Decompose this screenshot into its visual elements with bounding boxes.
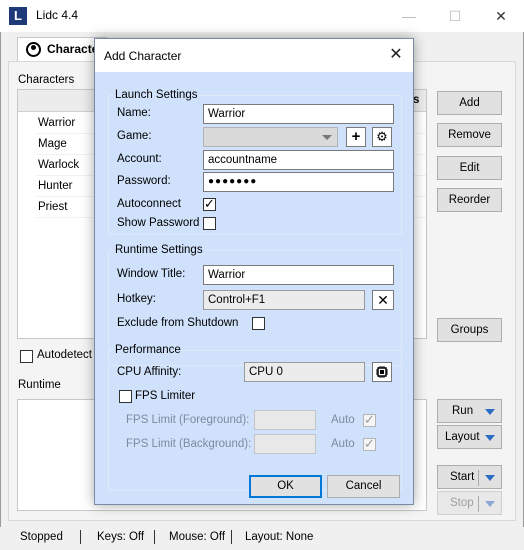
chevron-down-icon: [485, 435, 495, 441]
chevron-down-icon: [322, 135, 332, 140]
user-icon: [26, 42, 41, 57]
fps-foreground-field[interactable]: [254, 410, 316, 430]
game-settings-button[interactable]: ⚙: [372, 127, 392, 147]
performance-legend: Performance: [113, 344, 183, 356]
remove-button[interactable]: Remove: [437, 123, 502, 147]
dialog-title: Add Character: [104, 49, 182, 63]
close-button[interactable]: ✕: [478, 0, 524, 32]
status-keys: Keys: Off: [97, 531, 145, 543]
runtime-settings-legend: Runtime Settings: [113, 244, 205, 256]
cpu-affinity-label: CPU Affinity:: [117, 366, 182, 378]
account-label: Account:: [117, 153, 162, 165]
status-state: Stopped: [20, 531, 63, 543]
show-password-checkbox[interactable]: [203, 217, 216, 230]
title-bar: L Lidc 4.4 — ☐ ✕: [0, 0, 524, 32]
close-icon: ✕: [377, 292, 389, 308]
cancel-button[interactable]: Cancel: [327, 475, 400, 498]
launch-settings-legend: Launch Settings: [113, 89, 200, 101]
autoconnect-checkbox[interactable]: [203, 196, 216, 212]
chevron-down-icon: [485, 501, 495, 507]
ok-button[interactable]: OK: [249, 475, 322, 498]
clear-hotkey-button[interactable]: ✕: [372, 290, 394, 310]
fps-foreground-label: FPS Limit (Foreground):: [126, 414, 250, 426]
layout-button-label: Layout: [445, 431, 480, 443]
start-button-label: Start: [450, 471, 475, 483]
minimize-button[interactable]: —: [386, 0, 432, 32]
start-button[interactable]: Start: [437, 465, 502, 489]
add-button[interactable]: Add: [437, 91, 502, 115]
maximize-button[interactable]: ☐: [432, 0, 478, 32]
stop-button[interactable]: Stop: [437, 491, 502, 515]
add-character-dialog: Add Character ✕ Launch Settings Name: Wa…: [94, 38, 414, 505]
app-title: Lidc 4.4: [36, 8, 79, 22]
dialog-body: Launch Settings Name: Warrior Game: + ⚙ …: [95, 72, 413, 504]
run-button[interactable]: Run: [437, 399, 502, 423]
password-field[interactable]: ●●●●●●●: [203, 172, 394, 192]
dialog-close-button[interactable]: ✕: [385, 44, 407, 66]
split-divider: [478, 470, 479, 486]
password-label: Password:: [117, 175, 171, 187]
exclude-shutdown-checkbox[interactable]: [252, 317, 265, 330]
autodetect-checkbox[interactable]: [20, 350, 33, 363]
show-password-label: Show Password: [117, 217, 200, 229]
fps-background-auto-label: Auto: [331, 438, 355, 450]
dialog-title-bar: Add Character ✕: [95, 39, 413, 72]
hotkey-label: Hotkey:: [117, 293, 156, 305]
plus-icon: +: [351, 128, 361, 145]
fps-foreground-auto-checkbox[interactable]: [363, 412, 376, 428]
status-mouse: Mouse: Off: [169, 531, 226, 543]
window-title-field[interactable]: Warrior: [203, 265, 394, 285]
runtime-group-label: Runtime: [18, 379, 61, 391]
fps-limiter-label: FPS Limiter: [135, 390, 196, 402]
characters-group-label: Characters: [18, 74, 75, 86]
name-field[interactable]: Warrior: [203, 104, 394, 124]
name-label: Name:: [117, 107, 151, 119]
gear-icon: ⚙: [376, 129, 388, 144]
autodetect-label: Autodetect F: [37, 349, 103, 361]
chevron-down-icon: [485, 409, 495, 415]
status-divider: [80, 530, 81, 544]
autoconnect-label: Autoconnect: [117, 198, 181, 210]
run-button-label: Run: [452, 405, 474, 417]
edit-button[interactable]: Edit: [437, 156, 502, 180]
layout-button[interactable]: Layout: [437, 425, 502, 449]
add-game-button[interactable]: +: [346, 127, 366, 147]
window-title-label: Window Title:: [117, 268, 186, 280]
fps-limiter-checkbox[interactable]: [119, 390, 132, 403]
status-divider: [231, 530, 232, 544]
cpu-chip-icon: [376, 366, 388, 378]
app-logo-icon: L: [9, 7, 27, 25]
hotkey-field[interactable]: Control+F1: [203, 290, 365, 310]
status-divider: [154, 530, 155, 544]
game-select[interactable]: [203, 127, 338, 147]
exclude-shutdown-label: Exclude from Shutdown: [117, 317, 239, 329]
reorder-button[interactable]: Reorder: [437, 188, 502, 212]
game-label: Game:: [117, 130, 152, 142]
account-field[interactable]: accountname: [203, 150, 394, 170]
groups-button[interactable]: Groups: [437, 318, 502, 342]
chevron-down-icon: [485, 475, 495, 481]
cpu-affinity-field[interactable]: CPU 0: [244, 362, 365, 382]
cpu-affinity-button[interactable]: [372, 362, 392, 382]
status-layout: Layout: None: [245, 531, 314, 543]
stop-button-label: Stop: [450, 497, 474, 509]
split-divider: [478, 496, 479, 512]
fps-foreground-auto-label: Auto: [331, 414, 355, 426]
fps-background-auto-checkbox[interactable]: [363, 436, 376, 452]
fps-background-label: FPS Limit (Background):: [126, 438, 252, 450]
fps-background-field[interactable]: [254, 434, 316, 454]
